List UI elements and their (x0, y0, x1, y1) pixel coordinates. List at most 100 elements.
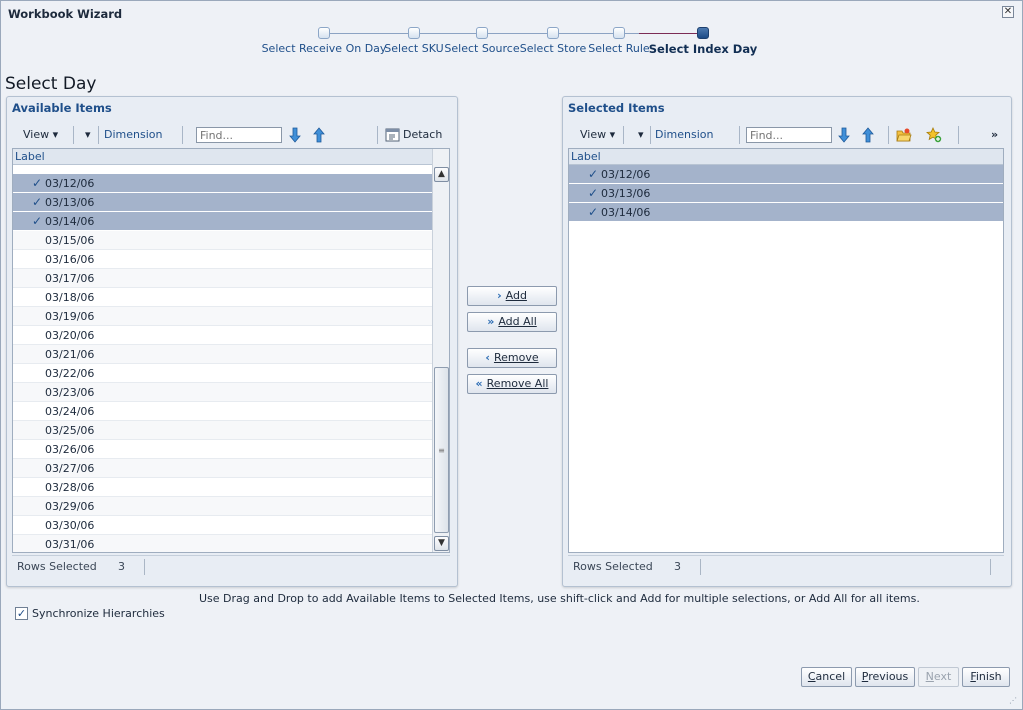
find-previous-up-icon[interactable] (311, 127, 327, 143)
dimension-dropdown-icon[interactable]: ▾ (638, 126, 644, 144)
selected-toolbar: View ▾ ▾ Dimension Find... » (568, 124, 1008, 146)
next-button[interactable]: Next (918, 667, 959, 687)
selected-status-bar: Rows Selected 3 (568, 555, 1004, 577)
available-dimension-link[interactable]: Dimension (104, 126, 162, 144)
row-label: 03/28/06 (45, 481, 95, 494)
table-row[interactable]: 03/24/06 (13, 402, 432, 421)
train-stop-rule[interactable] (613, 27, 625, 39)
synchronize-hierarchies-label[interactable]: Synchronize Hierarchies (32, 607, 165, 620)
rows-selected-label: Rows Selected (573, 560, 653, 573)
detach-button[interactable]: Detach (403, 126, 442, 144)
table-row[interactable]: ✓ 03/14/06 (13, 212, 432, 231)
row-label: 03/27/06 (45, 462, 95, 475)
add-all-button[interactable]: » Add All (467, 312, 557, 332)
row-label: 03/16/06 (45, 253, 95, 266)
double-chevron-right-icon: » (487, 315, 495, 328)
row-label: 03/21/06 (45, 348, 95, 361)
row-label: 03/24/06 (45, 405, 95, 418)
table-row[interactable]: ✓ 03/13/06 (13, 193, 432, 212)
available-toolbar: View ▾ ▾ Dimension Detach (12, 124, 452, 146)
table-row[interactable]: 03/31/06 (13, 535, 432, 552)
scroll-down-icon[interactable]: ▼ (434, 536, 449, 551)
row-label: 03/22/06 (45, 367, 95, 380)
window-title: Workbook Wizard (8, 7, 123, 21)
train-label-rule[interactable]: Select Rule (588, 42, 649, 55)
selected-view-menu[interactable]: View ▾ (580, 126, 615, 144)
previous-button[interactable]: Previous (855, 667, 915, 687)
workbook-wizard-window: Workbook Wizard ✕ Select Receive On Day … (0, 0, 1023, 710)
toolbar-separator (888, 126, 889, 144)
toolbar-separator (958, 126, 959, 144)
remove-all-button[interactable]: «Remove All (467, 374, 557, 394)
row-label: 03/31/06 (45, 538, 95, 551)
available-view-menu[interactable]: View ▾ (23, 126, 58, 144)
find-next-down-icon[interactable] (287, 127, 303, 143)
table-row[interactable]: 03/15/06 (13, 231, 432, 250)
selected-find-input[interactable] (746, 127, 832, 143)
detach-icon[interactable] (385, 127, 401, 143)
toolbar-separator (377, 126, 378, 144)
finish-button[interactable]: Finish (962, 667, 1010, 687)
find-previous-up-icon[interactable] (860, 127, 876, 143)
row-label: 03/18/06 (45, 291, 95, 304)
row-label: 03/12/06 (45, 177, 95, 190)
table-row[interactable]: 03/16/06 (13, 250, 432, 269)
train-stop-source[interactable] (476, 27, 488, 39)
table-row[interactable]: ✓ 03/12/06 (13, 174, 432, 193)
selected-items-header: Selected Items (568, 101, 665, 115)
rows-selected-count: 3 (118, 560, 125, 573)
available-label-column-header[interactable]: Label (13, 149, 432, 165)
table-row[interactable]: 03/20/06 (13, 326, 432, 345)
train-stop-sku[interactable] (408, 27, 420, 39)
remove-button[interactable]: ‹ Remove (467, 348, 557, 368)
table-row[interactable]: 03/30/06 (13, 516, 432, 535)
table-row[interactable]: 03/19/06 (13, 307, 432, 326)
available-vertical-scrollbar[interactable]: ▲ ≡ ▼ (432, 149, 449, 552)
add-button[interactable]: › Add (467, 286, 557, 306)
row-label: 03/25/06 (45, 424, 95, 437)
table-row[interactable]: 03/25/06 (13, 421, 432, 440)
train-label-sku[interactable]: Select SKU (384, 42, 443, 55)
selected-dimension-link[interactable]: Dimension (655, 126, 713, 144)
row-label: 03/17/06 (45, 272, 95, 285)
train-label-receive-on-day[interactable]: Select Receive On Day (262, 42, 387, 55)
scroll-thumb[interactable]: ≡ (434, 367, 449, 533)
table-row[interactable]: 03/23/06 (13, 383, 432, 402)
table-row[interactable]: 03/17/06 (13, 269, 432, 288)
selected-label-column-header[interactable]: Label (569, 149, 1003, 165)
more-toolbar-chevron-icon[interactable]: » (991, 126, 998, 144)
table-row[interactable]: ✓ 03/13/06 (569, 184, 1003, 203)
train-stop-store[interactable] (547, 27, 559, 39)
folder-open-icon[interactable] (896, 127, 912, 143)
train-stop-index-day (697, 27, 709, 39)
table-row[interactable]: 03/21/06 (13, 345, 432, 364)
close-icon[interactable]: ✕ (1002, 6, 1014, 18)
toolbar-separator (182, 126, 183, 144)
train-label-store[interactable]: Select Store (520, 42, 587, 55)
table-row[interactable]: 03/28/06 (13, 478, 432, 497)
chevron-right-icon: › (497, 289, 502, 302)
row-label: 03/29/06 (45, 500, 95, 513)
resize-grip-icon[interactable]: ⋰ (1009, 696, 1019, 706)
toolbar-separator (650, 126, 651, 144)
cancel-button[interactable]: Cancel (801, 667, 852, 687)
checkbox-checked-icon[interactable]: ✓ (15, 607, 28, 620)
table-row[interactable]: 03/27/06 (13, 459, 432, 478)
selected-items-table: Label ✓ 03/12/06 ✓ 03/13/06 ✓ 03/14/06 (568, 148, 1004, 553)
table-row[interactable]: 03/18/06 (13, 288, 432, 307)
train-label-source[interactable]: Select Source (444, 42, 519, 55)
find-next-down-icon[interactable] (836, 127, 852, 143)
table-row[interactable]: 03/22/06 (13, 364, 432, 383)
favorite-add-icon[interactable] (926, 127, 942, 143)
dimension-dropdown-icon[interactable]: ▾ (85, 126, 91, 144)
table-row[interactable]: 03/29/06 (13, 497, 432, 516)
rows-selected-count: 3 (674, 560, 681, 573)
available-find-input[interactable] (196, 127, 282, 143)
check-icon: ✓ (32, 214, 43, 228)
table-row[interactable]: ✓ 03/12/06 (569, 165, 1003, 184)
train-stop-receive-on-day[interactable] (318, 27, 330, 39)
table-row[interactable]: 03/26/06 (13, 440, 432, 459)
scroll-up-icon[interactable]: ▲ (434, 167, 449, 182)
row-label: 03/23/06 (45, 386, 95, 399)
table-row[interactable]: ✓ 03/14/06 (569, 203, 1003, 222)
